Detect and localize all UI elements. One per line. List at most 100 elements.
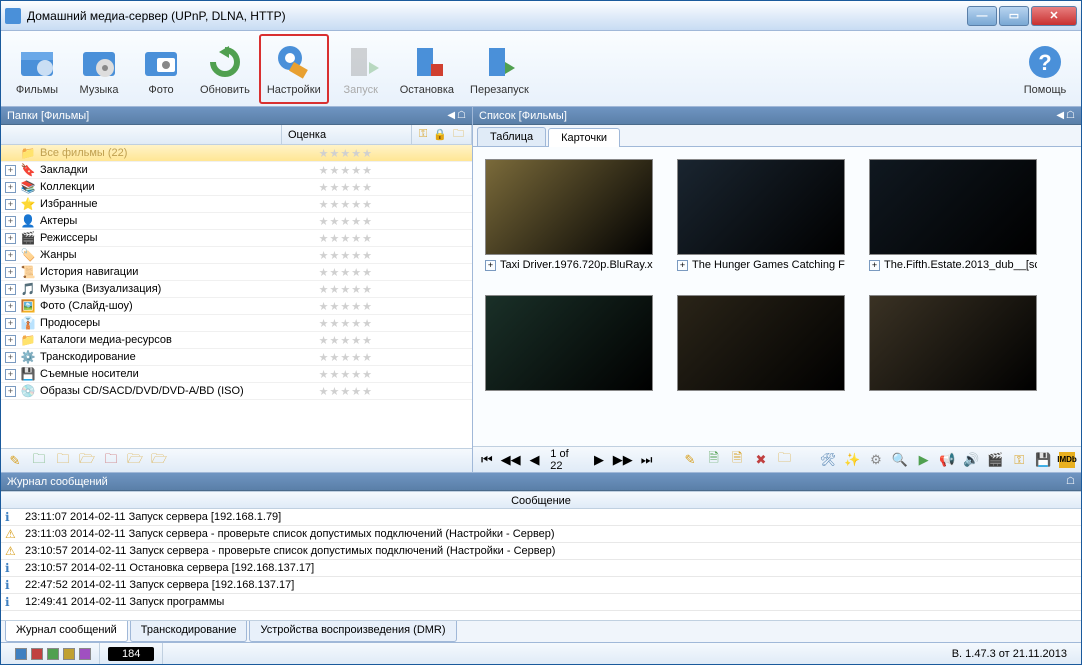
close-button[interactable]: ✕ <box>1031 6 1077 26</box>
rating-stars[interactable]: ★★★★★ <box>332 232 412 244</box>
rating-stars[interactable]: ★★★★★ <box>332 249 412 261</box>
rating-stars[interactable]: ★★★★★ <box>332 147 412 159</box>
minimize-button[interactable]: — <box>967 6 997 26</box>
music-button[interactable]: Музыка <box>69 34 129 104</box>
expand-icon[interactable]: + <box>5 301 16 312</box>
stop-button[interactable]: Остановка <box>393 34 461 104</box>
collapse-left-icon[interactable]: ◀ <box>447 110 455 121</box>
log-row[interactable]: ⚠23:11:03 2014-02-11 Запуск сервера - пр… <box>1 526 1081 543</box>
rating-stars[interactable]: ★★★★★ <box>332 351 412 363</box>
tree-row[interactable]: +🔖Закладки★★★★★ <box>1 162 472 179</box>
expand-icon[interactable]: + <box>5 267 16 278</box>
key-toolbar-icon[interactable]: ⚿ <box>1011 452 1027 468</box>
tree-row[interactable]: +🎬Режиссеры★★★★★ <box>1 230 472 247</box>
wand-icon[interactable]: ✨ <box>844 452 860 468</box>
color-swatch[interactable] <box>63 648 75 660</box>
edit-icon[interactable]: ✎ <box>7 453 23 469</box>
maximize-button[interactable]: ▭ <box>999 6 1029 26</box>
tree-row[interactable]: +🖼️Фото (Слайд-шоу)★★★★★ <box>1 298 472 315</box>
folder-tree[interactable]: 📁Все фильмы (22)★★★★★+🔖Закладки★★★★★+📚Ко… <box>1 145 472 448</box>
media-card[interactable] <box>869 295 1037 391</box>
tree-row[interactable]: +💿Образы CD/SACD/DVD/DVD-A/BD (ISO)★★★★★ <box>1 383 472 400</box>
expand-icon[interactable]: + <box>5 335 16 346</box>
rating-stars[interactable]: ★★★★★ <box>332 266 412 278</box>
rating-stars[interactable]: ★★★★★ <box>332 334 412 346</box>
color-swatch[interactable] <box>47 648 59 660</box>
rating-stars[interactable]: ★★★★★ <box>332 300 412 312</box>
add-folder-icon[interactable]: 🗀 <box>31 453 47 469</box>
media-card[interactable]: +The.Fifth.Estate.2013_dub__[sca… <box>869 159 1037 271</box>
sound-icon[interactable]: 🔊 <box>963 452 979 468</box>
tree-row[interactable]: +💾Съемные носители★★★★★ <box>1 366 472 383</box>
pin-icon[interactable]: ☖ <box>1066 476 1075 487</box>
restart-button[interactable]: Перезапуск <box>463 34 536 104</box>
folder-toolbar-icon[interactable]: 🗀 <box>777 452 793 468</box>
tab-dmr[interactable]: Устройства воспроизведения (DMR) <box>249 621 456 642</box>
color-swatch[interactable] <box>15 648 27 660</box>
photo-button[interactable]: Фото <box>131 34 191 104</box>
expand-icon[interactable]: + <box>5 386 16 397</box>
rating-stars[interactable]: ★★★★★ <box>332 385 412 397</box>
search-icon[interactable]: 🔍 <box>892 452 908 468</box>
log-row[interactable]: ℹ22:47:52 2014-02-11 Запуск сервера [192… <box>1 577 1081 594</box>
expand-icon[interactable]: + <box>5 318 16 329</box>
log-row[interactable]: ℹ12:49:41 2014-02-11 Запуск программы <box>1 594 1081 611</box>
expand-icon[interactable]: + <box>5 369 16 380</box>
expand-icon[interactable]: + <box>5 165 16 176</box>
films-button[interactable]: Фильмы <box>7 34 67 104</box>
settings-button[interactable]: Настройки <box>259 34 329 104</box>
rating-stars[interactable]: ★★★★★ <box>332 283 412 295</box>
refresh-button[interactable]: Обновить <box>193 34 257 104</box>
rating-stars[interactable]: ★★★★★ <box>332 317 412 329</box>
color-swatch[interactable] <box>79 648 91 660</box>
next-icon[interactable]: ▶ <box>591 452 607 468</box>
tree-row[interactable]: 📁Все фильмы (22)★★★★★ <box>1 145 472 162</box>
tree-row[interactable]: +🏷️Жанры★★★★★ <box>1 247 472 264</box>
folder-up-icon[interactable]: 🗁 <box>127 453 143 469</box>
tab-transcoding[interactable]: Транскодирование <box>130 621 248 642</box>
tree-row[interactable]: +⚙️Транскодирование★★★★★ <box>1 349 472 366</box>
rating-stars[interactable]: ★★★★★ <box>332 181 412 193</box>
media-card[interactable] <box>677 295 845 391</box>
edit-item-icon[interactable]: ✎ <box>682 452 698 468</box>
save-icon[interactable]: 💾 <box>1035 452 1051 468</box>
tab-log-messages[interactable]: Журнал сообщений <box>5 621 128 642</box>
gear-small-icon[interactable]: ⚙ <box>868 452 884 468</box>
tree-row[interactable]: +👔Продюсеры★★★★★ <box>1 315 472 332</box>
help-button[interactable]: ? Помощь <box>1015 34 1075 104</box>
log-row[interactable]: ⚠23:10:57 2014-02-11 Запуск сервера - пр… <box>1 543 1081 560</box>
item-icon[interactable]: 🗎 <box>729 452 745 468</box>
start-button[interactable]: Запуск <box>331 34 391 104</box>
first-page-icon[interactable]: ⏮ <box>479 452 495 468</box>
expand-icon[interactable]: + <box>5 284 16 295</box>
expand-icon[interactable]: + <box>677 260 688 271</box>
delete-item-icon[interactable]: ✖ <box>753 452 769 468</box>
color-swatch[interactable] <box>31 648 43 660</box>
tree-row[interactable]: +📜История навигации★★★★★ <box>1 264 472 281</box>
log-row[interactable]: ℹ23:10:57 2014-02-11 Остановка сервера [… <box>1 560 1081 577</box>
expand-icon[interactable]: + <box>5 182 16 193</box>
cards-grid[interactable]: +Taxi Driver.1976.720p.BluRay.x2…+The Hu… <box>473 147 1081 446</box>
prev-page-icon[interactable]: ◀◀ <box>503 452 519 468</box>
play-icon[interactable]: ▶ <box>916 452 932 468</box>
open-folder-icon[interactable]: 🗁 <box>79 453 95 469</box>
tree-row[interactable]: +⭐Избранные★★★★★ <box>1 196 472 213</box>
expand-icon[interactable]: + <box>5 250 16 261</box>
imdb-icon[interactable]: IMDb <box>1059 452 1075 468</box>
tree-row[interactable]: +📚Коллекции★★★★★ <box>1 179 472 196</box>
pin-icon[interactable]: ☖ <box>1066 110 1075 121</box>
rating-stars[interactable]: ★★★★★ <box>332 368 412 380</box>
rating-column[interactable]: Оценка <box>282 125 412 144</box>
expand-icon[interactable]: + <box>5 216 16 227</box>
media-card[interactable]: +Taxi Driver.1976.720p.BluRay.x2… <box>485 159 653 271</box>
expand-icon[interactable]: + <box>5 199 16 210</box>
collapse-right-icon[interactable]: ◀ <box>1056 110 1064 121</box>
tree-row[interactable]: +👤Актеры★★★★★ <box>1 213 472 230</box>
folder-icon[interactable]: 🗀 <box>55 453 71 469</box>
add-item-icon[interactable]: 🗎 <box>706 452 722 468</box>
media-card[interactable] <box>485 295 653 391</box>
folder-play-icon[interactable]: 🗁 <box>151 453 167 469</box>
next-page-icon[interactable]: ▶▶ <box>615 452 631 468</box>
media-card[interactable]: +The Hunger Games Catching Fire.… <box>677 159 845 271</box>
last-page-icon[interactable]: ⏭ <box>639 452 655 468</box>
